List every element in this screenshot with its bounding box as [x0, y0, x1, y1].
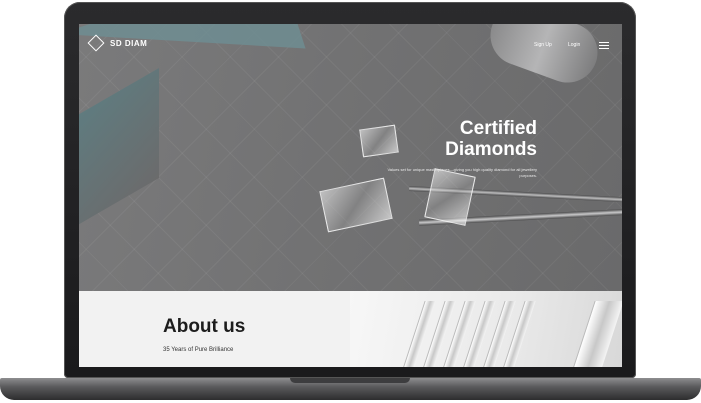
website-screen: SD DIAM Sign Up Login Certified Diamonds… [79, 24, 622, 367]
diamond-image [319, 177, 393, 233]
hero-section: SD DIAM Sign Up Login Certified Diamonds… [79, 24, 622, 291]
diamond-image [359, 124, 399, 158]
hero-title-line: Diamonds [445, 139, 537, 160]
top-navbar: SD DIAM Sign Up Login [79, 24, 622, 64]
about-image [350, 291, 622, 367]
hero-subtitle: Values set for unique masterpieces—givin… [387, 167, 537, 178]
hero-title-line: Certified [459, 118, 537, 139]
logo-text: SD DIAM [110, 38, 148, 48]
site-logo[interactable]: SD DIAM [87, 34, 148, 52]
about-title: About us [163, 316, 246, 337]
laptop-notch [290, 378, 410, 383]
diamond-logo-icon [87, 34, 105, 52]
hero-title: Certified Diamonds [429, 118, 537, 160]
login-link[interactable]: Login [568, 42, 580, 48]
about-subtitle: 35 Years of Pure Brilliance [163, 347, 234, 353]
signup-link[interactable]: Sign Up [534, 42, 552, 48]
about-image-detail [565, 301, 622, 367]
laptop-frame: SD DIAM Sign Up Login Certified Diamonds… [0, 0, 701, 403]
about-section: About us 35 Years of Pure Brilliance [79, 291, 350, 367]
hamburger-menu-icon[interactable] [599, 42, 609, 49]
